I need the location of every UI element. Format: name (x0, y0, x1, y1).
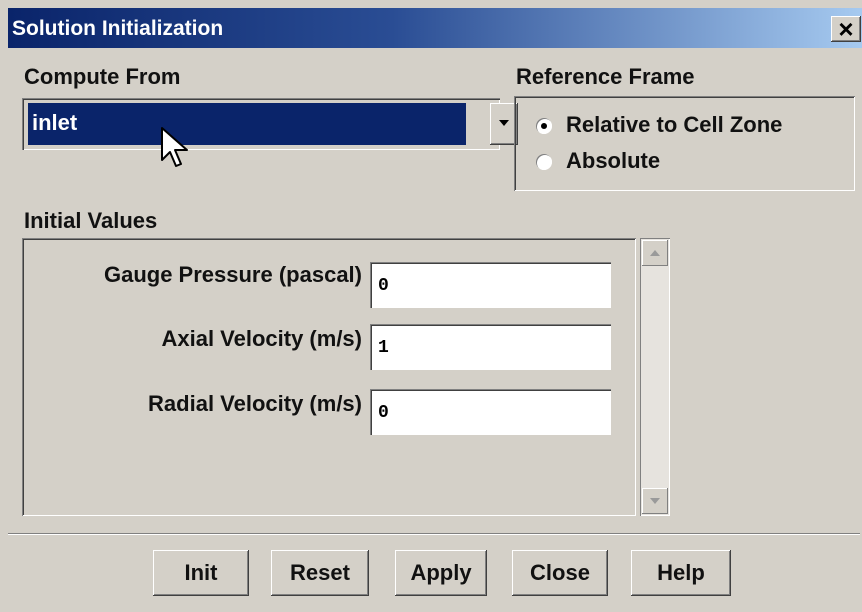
close-button[interactable]: Close (512, 550, 608, 596)
close-icon: × (838, 14, 854, 44)
initial-values-label: Initial Values (24, 208, 158, 233)
help-button[interactable]: Help (631, 550, 731, 596)
radio-relative-to-cell-zone[interactable] (536, 118, 552, 134)
compute-from-selected[interactable]: inlet (28, 103, 466, 145)
compute-from-label: Compute From (24, 64, 181, 89)
reference-frame-label: Reference Frame (516, 64, 695, 89)
title-bar[interactable]: Solution Initialization (8, 8, 862, 48)
apply-button[interactable]: Apply (395, 550, 487, 596)
init-button[interactable]: Init (153, 550, 249, 596)
gauge-pressure-input[interactable]: 0 (370, 262, 611, 308)
axial-velocity-label: Axial Velocity (m/s) (161, 326, 362, 351)
mouse-pointer-icon (161, 127, 188, 167)
initial-values-scrollbar[interactable] (640, 238, 670, 516)
radio-absolute[interactable] (536, 154, 552, 170)
scroll-up-button[interactable] (642, 240, 668, 266)
scroll-down-button[interactable] (642, 488, 668, 514)
reset-button[interactable]: Reset (271, 550, 369, 596)
solution-initialization-dialog: Solution Initialization × Compute From i… (0, 0, 862, 612)
gauge-pressure-label: Gauge Pressure (pascal) (103, 262, 362, 287)
axial-velocity-input[interactable]: 1 (370, 324, 611, 370)
radio-relative-label[interactable]: Relative to Cell Zone (566, 112, 782, 138)
separator (8, 533, 860, 535)
radial-velocity-input[interactable]: 0 (370, 389, 611, 435)
arrow-up-icon (650, 250, 660, 256)
compute-from-dropdown[interactable]: inlet (22, 98, 518, 150)
radial-velocity-label: Radial Velocity (m/s) (148, 391, 362, 416)
window-title: Solution Initialization (12, 17, 224, 40)
compute-from-value: inlet (32, 110, 78, 135)
chevron-down-icon (499, 120, 509, 126)
close-window-button[interactable]: × (831, 16, 861, 42)
reference-frame-group: Relative to Cell Zone Absolute (514, 96, 855, 191)
radio-absolute-label[interactable]: Absolute (566, 148, 660, 174)
arrow-down-icon (650, 498, 660, 504)
